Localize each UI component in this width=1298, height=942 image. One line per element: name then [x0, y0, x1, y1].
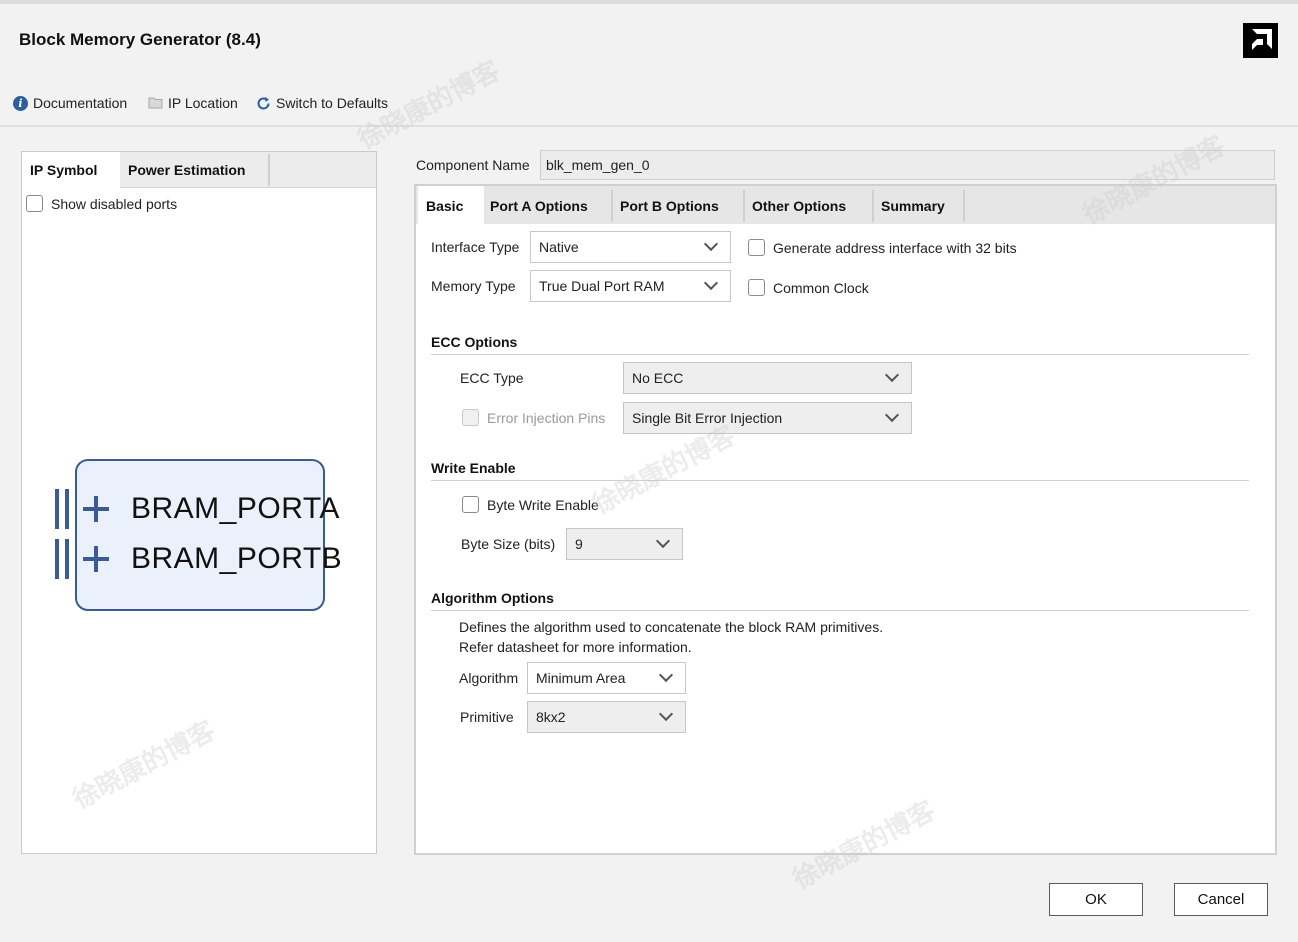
tab-port-b-options[interactable]: Port B Options — [620, 186, 744, 224]
algorithm-options-heading: Algorithm Options — [431, 590, 554, 606]
tab-ip-symbol[interactable]: IP Symbol — [22, 152, 120, 189]
ecc-type-label: ECC Type — [460, 370, 524, 386]
show-disabled-ports-label: Show disabled ports — [51, 195, 178, 212]
chevron-down-icon — [703, 275, 719, 291]
byte-write-enable-checkbox[interactable] — [462, 496, 479, 513]
byte-size-value: 9 — [575, 536, 583, 552]
ecc-options-heading: ECC Options — [431, 334, 518, 350]
interface-type-label: Interface Type — [431, 239, 520, 255]
left-tab-bar: IP Symbol Power Estimation — [22, 152, 376, 189]
algorithm-select[interactable]: Minimum Area — [527, 662, 686, 694]
tab-divider — [611, 190, 613, 222]
switch-to-defaults-label: Switch to Defaults — [276, 95, 389, 111]
refresh-icon — [256, 96, 271, 111]
top-border — [0, 0, 1298, 4]
expand-plus-icon[interactable] — [83, 546, 109, 572]
chevron-down-icon — [703, 236, 719, 252]
primitive-select[interactable]: 8kx2 — [527, 701, 686, 733]
ecc-type-value: No ECC — [632, 370, 684, 386]
interface-type-value: Native — [539, 239, 579, 255]
algorithm-description-line1: Defines the algorithm used to concatenat… — [459, 619, 884, 635]
algorithm-description-line2: Refer datasheet for more information. — [459, 639, 692, 655]
port-bus-icon — [55, 539, 73, 579]
section-divider — [431, 354, 1249, 355]
component-name-label: Component Name — [416, 157, 530, 173]
show-disabled-ports-row[interactable]: Show disabled ports — [26, 195, 177, 212]
info-icon: i — [13, 95, 28, 111]
chevron-down-icon — [655, 533, 671, 549]
documentation-link[interactable]: i Documentation — [13, 95, 127, 111]
tab-other-options[interactable]: Other Options — [752, 186, 872, 224]
port-name: BRAM_PORTA — [131, 492, 340, 525]
primitive-label: Primitive — [460, 709, 514, 725]
write-enable-heading: Write Enable — [431, 460, 516, 476]
chevron-down-icon — [658, 706, 674, 722]
ip-location-label: IP Location — [168, 95, 238, 111]
algorithm-label: Algorithm — [459, 670, 519, 686]
interface-type-select[interactable]: Native — [530, 231, 731, 263]
section-divider — [431, 480, 1249, 481]
dialog-title: Block Memory Generator (8.4) — [19, 30, 261, 49]
chevron-down-icon — [658, 667, 674, 683]
tab-divider — [743, 190, 745, 222]
tab-power-estimation[interactable]: Power Estimation — [120, 152, 268, 188]
byte-write-enable-label: Byte Write Enable — [487, 496, 599, 513]
error-injection-value: Single Bit Error Injection — [632, 410, 783, 426]
ip-symbol-panel: IP Symbol Power Estimation Show disabled… — [21, 151, 377, 854]
port-name: BRAM_PORTB — [131, 542, 343, 575]
ip-symbol-block: BRAM_PORTA BRAM_PORTB — [55, 459, 342, 611]
toolbar-separator — [0, 125, 1298, 127]
error-injection-pins-checkbox — [462, 409, 479, 426]
amd-logo-icon — [1243, 23, 1278, 58]
tab-port-a-options[interactable]: Port A Options — [490, 186, 612, 224]
section-divider — [431, 610, 1249, 611]
algorithm-value: Minimum Area — [536, 670, 626, 686]
ok-button[interactable]: OK — [1049, 883, 1143, 916]
tab-basic[interactable]: Basic — [418, 186, 484, 224]
gen-addr-32-row[interactable]: Generate address interface with 32 bits — [748, 239, 1017, 256]
error-injection-pins-row: Error Injection Pins — [462, 409, 605, 426]
error-injection-pins-label: Error Injection Pins — [487, 409, 606, 426]
port-bram-porta[interactable]: BRAM_PORTA — [55, 489, 340, 529]
documentation-label: Documentation — [33, 95, 128, 111]
memory-type-select[interactable]: True Dual Port RAM — [530, 270, 731, 302]
common-clock-row[interactable]: Common Clock — [748, 279, 869, 296]
folder-icon — [148, 96, 163, 111]
chevron-down-icon — [884, 367, 900, 383]
expand-plus-icon[interactable] — [83, 496, 109, 522]
cancel-button[interactable]: Cancel — [1174, 883, 1268, 916]
byte-size-select[interactable]: 9 — [566, 528, 683, 560]
ecc-type-select[interactable]: No ECC — [623, 362, 912, 394]
gen-addr-32-checkbox[interactable] — [748, 239, 765, 256]
port-bus-icon — [55, 489, 73, 529]
show-disabled-ports-checkbox[interactable] — [26, 195, 43, 212]
byte-write-enable-row[interactable]: Byte Write Enable — [462, 496, 599, 513]
primitive-value: 8kx2 — [536, 709, 566, 725]
byte-size-label: Byte Size (bits) — [461, 536, 556, 552]
common-clock-checkbox[interactable] — [748, 279, 765, 296]
tab-divider — [963, 190, 965, 222]
tab-divider — [268, 154, 270, 186]
switch-to-defaults-link[interactable]: Switch to Defaults — [256, 95, 388, 111]
common-clock-label: Common Clock — [773, 279, 869, 296]
port-bram-portb[interactable]: BRAM_PORTB — [55, 539, 342, 579]
tab-summary[interactable]: Summary — [881, 186, 961, 224]
ip-location-link[interactable]: IP Location — [148, 95, 238, 111]
error-injection-select: Single Bit Error Injection — [623, 402, 912, 434]
chevron-down-icon — [884, 407, 900, 423]
configuration-panel: Basic Port A Options Port B Options Othe… — [414, 184, 1277, 855]
tab-divider — [872, 190, 874, 222]
config-tab-bar: Basic Port A Options Port B Options Othe… — [416, 186, 1275, 224]
memory-type-label: Memory Type — [431, 278, 516, 294]
gen-addr-32-label: Generate address interface with 32 bits — [773, 239, 1017, 256]
memory-type-value: True Dual Port RAM — [539, 278, 665, 294]
component-name-input[interactable]: blk_mem_gen_0 — [540, 150, 1275, 180]
